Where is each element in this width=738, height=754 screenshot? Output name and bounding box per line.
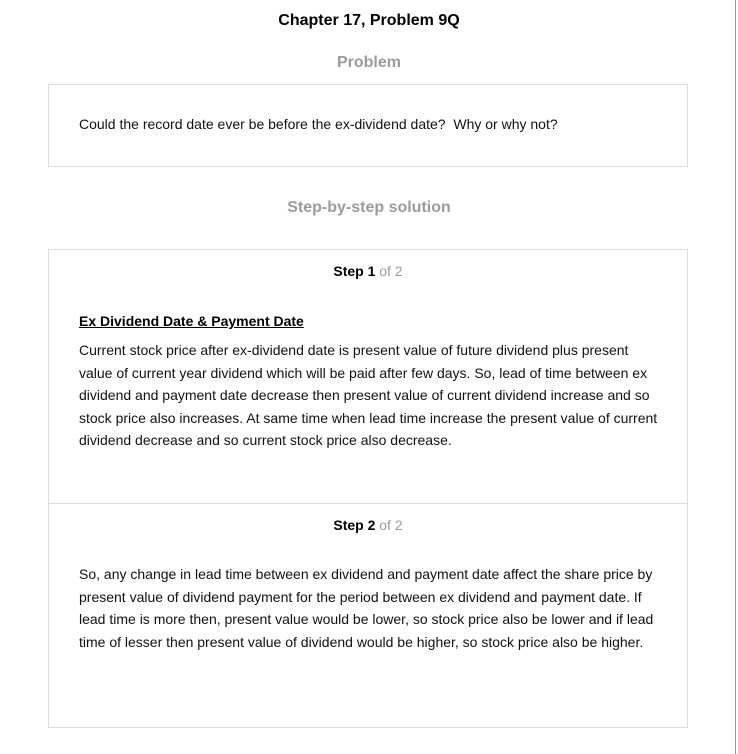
step-2-number: Step 2 [333,517,376,533]
solution-heading: Step-by-step solution [287,199,451,216]
chapter-title: Chapter 17, Problem 9Q [278,12,460,29]
problem-heading: Problem [336,54,401,71]
problem-text: Could the record date ever be before the… [79,116,558,132]
step-divider [49,503,687,504]
step-1-of-total: of 2 [379,263,403,279]
step-1-body: Current stock price after ex-dividend da… [79,342,658,448]
step-2-of-total: of 2 [379,517,403,533]
step-2-label: Step 2 of 2 [49,517,687,533]
page-right-border [735,0,736,754]
step-2-body: So, any change in lead time between ex d… [79,566,654,650]
step-1-subtitle: Ex Dividend Date & Payment Date [79,313,304,329]
step-1-number: Step 1 [333,263,376,279]
problem-box: Could the record date ever be before the… [48,84,688,167]
steps-box: Step 1 of 2 Ex Dividend Date & Payment D… [48,249,688,728]
step-1-label: Step 1 of 2 [49,263,687,279]
